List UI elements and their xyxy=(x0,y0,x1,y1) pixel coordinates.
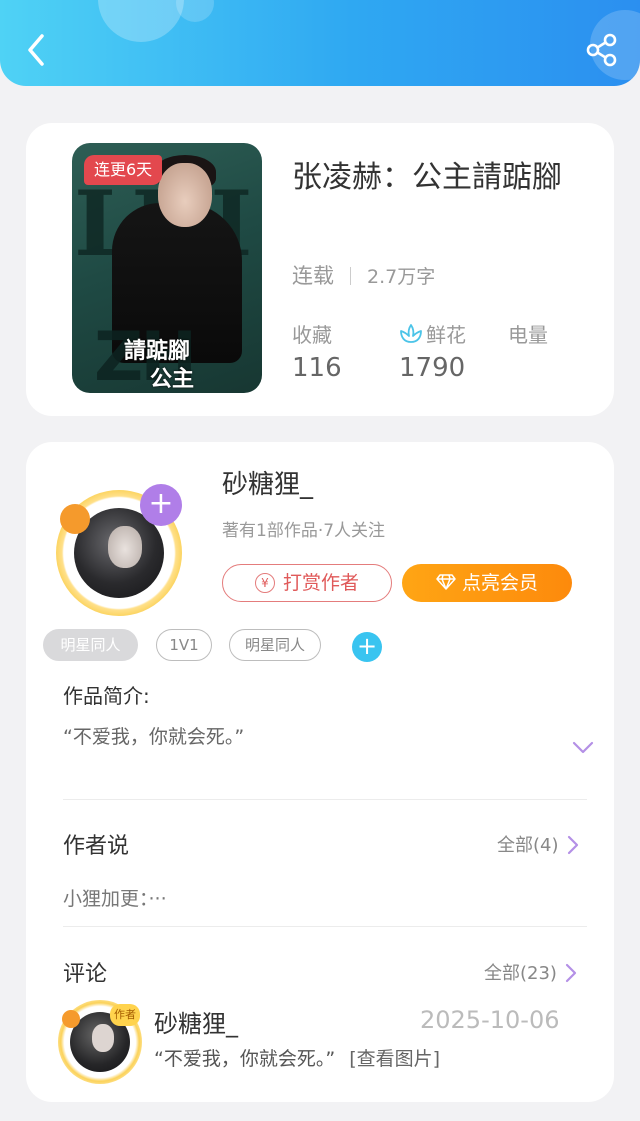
tip-author-button[interactable]: ¥ 打赏作者 xyxy=(222,564,392,602)
chevron-right-icon xyxy=(567,835,578,855)
avatar-frame-decor xyxy=(60,504,90,534)
flowers-label: 鲜花 xyxy=(426,323,466,347)
back-button[interactable] xyxy=(18,30,58,70)
share-icon xyxy=(586,33,617,67)
chevron-left-icon xyxy=(28,34,44,66)
tip-author-label: 打赏作者 xyxy=(282,572,359,594)
book-meta: 连载 2.7万字 xyxy=(292,260,435,290)
author-say-title: 作者说 xyxy=(63,834,130,859)
author-details-card: + 砂糖狸_ 著有1部作品·7人关注 ¥ 打赏作者 点亮会员 明星同人 1V1 明… xyxy=(26,442,614,1102)
power-label: 电量 xyxy=(508,323,548,347)
comments-more-label: 全部(23) xyxy=(484,963,557,984)
cover-figure-head xyxy=(158,163,212,227)
meta-divider xyxy=(350,267,351,285)
book-title: 张凌赫：公主請踮腳 xyxy=(292,160,562,195)
avatar-frame-decor xyxy=(62,1010,80,1028)
author-say-text[interactable]: 小狸加更：··· xyxy=(63,884,167,911)
author-say-more-link[interactable]: 全部(4) xyxy=(497,831,579,857)
comments-more-link[interactable]: 全部(23) xyxy=(484,959,577,985)
comment-body: “不爱我，你就会死。” xyxy=(154,1048,336,1070)
expand-intro-button[interactable] xyxy=(572,740,594,754)
tag-chip[interactable]: 1V1 xyxy=(156,629,212,661)
word-count: 2.7万字 xyxy=(367,266,436,288)
author-say-more-label: 全部(4) xyxy=(497,835,559,856)
author-badge: 作者 xyxy=(110,1004,140,1026)
top-bar xyxy=(0,0,640,86)
author-name[interactable]: 砂糖狸_ xyxy=(222,464,313,501)
tag-chip[interactable]: 明星同人 xyxy=(229,629,321,661)
add-tag-button[interactable]: + xyxy=(352,632,382,662)
chevron-right-icon xyxy=(565,963,577,983)
book-status: 连载 xyxy=(292,264,334,288)
author-stats: 著有1部作品·7人关注 xyxy=(222,521,386,541)
intro-label: 作品简介: xyxy=(63,684,150,708)
view-image-link[interactable]: [查看图片] xyxy=(349,1048,440,1070)
update-streak-badge: 连更6天 xyxy=(84,155,163,185)
cover-subtitle: 公主 xyxy=(150,366,195,392)
flowers-count: 1790 xyxy=(399,353,466,383)
flowers-label-wrap[interactable]: 鲜花 xyxy=(398,319,466,348)
tag-chip[interactable]: 明星同人 xyxy=(43,629,138,661)
commenter-avatar[interactable]: 作者 xyxy=(58,1000,142,1084)
diamond-icon xyxy=(436,574,456,590)
book-info-card: LHI ZH 請踮腳 公主 连更6天 张凌赫：公主請踮腳 连载2.7万字 收藏 … xyxy=(26,123,614,416)
yen-icon: ¥ xyxy=(254,573,275,593)
favorites-count: 116 xyxy=(292,353,342,383)
avatar-face xyxy=(92,1024,114,1052)
comment-text[interactable]: “不爱我，你就会死。” [查看图片] xyxy=(154,1044,440,1071)
follow-author-button[interactable]: + xyxy=(140,484,182,526)
commenter-name[interactable]: 砂糖狸_ xyxy=(154,1004,238,1039)
comment-date: 2025-10-06 xyxy=(420,1006,560,1034)
divider xyxy=(63,799,587,800)
favorites-label: 收藏 xyxy=(292,323,332,347)
share-button[interactable] xyxy=(584,32,620,68)
chevron-down-icon xyxy=(572,741,594,754)
divider xyxy=(63,926,587,927)
intro-text: “不爱我，你就会死。” xyxy=(63,726,245,748)
activate-vip-button[interactable]: 点亮会员 xyxy=(402,564,572,602)
decor-bubble xyxy=(176,0,214,22)
flower-icon xyxy=(400,324,422,343)
decor-bubble xyxy=(98,0,184,42)
comments-title: 评论 xyxy=(63,962,108,987)
activate-vip-label: 点亮会员 xyxy=(461,572,538,594)
book-cover[interactable]: LHI ZH 請踮腳 公主 连更6天 xyxy=(72,143,262,393)
avatar-face xyxy=(108,526,142,568)
